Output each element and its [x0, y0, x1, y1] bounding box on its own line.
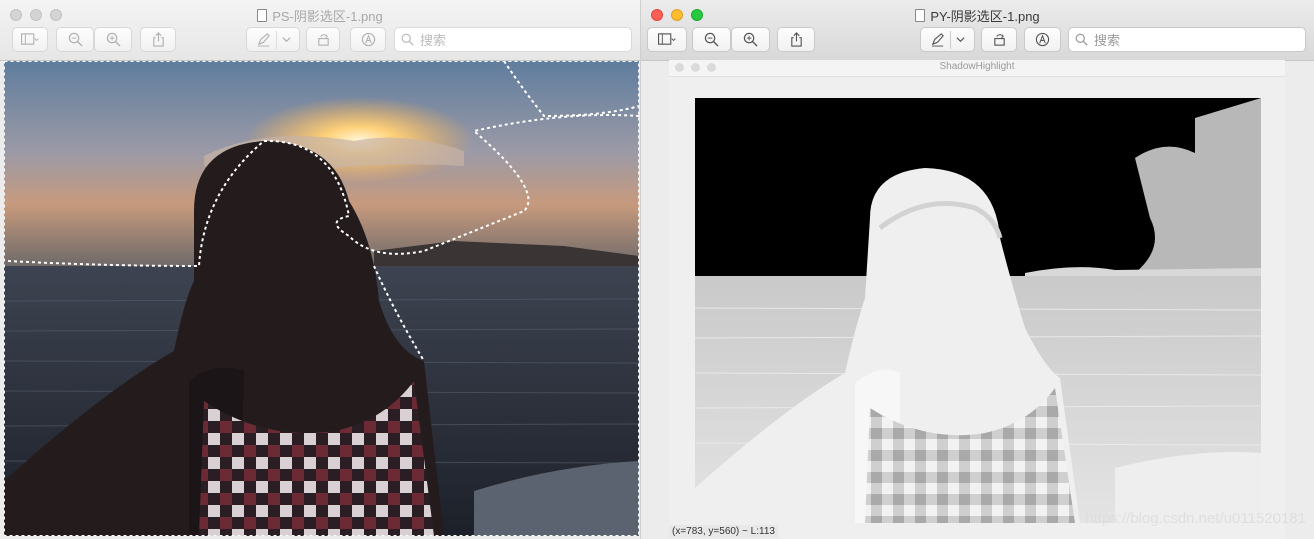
watermark: https://blog.csdn.net/u011520181 [1085, 510, 1306, 527]
sidebar-toggle-icon [21, 33, 39, 45]
rotate-button[interactable] [306, 27, 340, 52]
rotate-icon [317, 34, 329, 46]
zoom-in-icon [106, 32, 121, 47]
zoom-in-button[interactable] [94, 27, 132, 52]
left-title-text: PS-阴影选区-1.png [272, 9, 383, 24]
left-preview-window: PS-阴影选区-1.png 搜索 [0, 0, 640, 539]
left-titlebar: PS-阴影选区-1.png 搜索 [0, 0, 640, 61]
document-icon [257, 9, 268, 22]
left-image-canvas[interactable] [4, 61, 639, 536]
grayscale-shadow-mask [695, 98, 1261, 523]
share-button[interactable] [140, 27, 176, 52]
left-search-placeholder: 搜索 [420, 33, 447, 48]
search-icon [1075, 33, 1088, 46]
markup-pen-icon [257, 33, 270, 47]
rotate-button[interactable] [981, 27, 1017, 52]
zoom-out-icon [68, 32, 83, 47]
annotate-icon [361, 32, 375, 47]
annotate-icon [1035, 32, 1050, 47]
annotate-button[interactable] [350, 27, 386, 52]
sidebar-toggle-icon [658, 33, 676, 45]
rotate-icon [993, 34, 1005, 46]
zoom-out-button[interactable] [56, 27, 94, 52]
right-search-placeholder: 搜索 [1094, 33, 1121, 48]
shadowhighlight-viewer: ShadowHighlight (x=783, y=560) ~ L:113 [669, 60, 1285, 539]
share-icon [790, 32, 802, 47]
right-window-title: PY-阴影选区-1.png [641, 6, 1314, 25]
right-titlebar: PY-阴影选区-1.png 搜索 [641, 0, 1314, 61]
left-search-field[interactable]: 搜索 [394, 27, 632, 52]
zoom-in-button[interactable] [731, 27, 770, 52]
share-icon [152, 32, 164, 47]
sidebar-toggle-button[interactable] [12, 27, 48, 52]
right-title-text: PY-阴影选区-1.png [930, 9, 1040, 24]
zoom-out-button[interactable] [692, 27, 731, 52]
right-preview-window: PY-阴影选区-1.png 搜索 ShadowHighlight (x=783,… [641, 0, 1314, 539]
zoom-in-icon [743, 32, 758, 47]
markup-pen-icon [931, 33, 944, 47]
viewer-titlebar: ShadowHighlight [669, 60, 1285, 77]
cursor-status-readout: (x=783, y=560) ~ L:113 [669, 525, 778, 538]
annotate-button[interactable] [1024, 27, 1061, 52]
left-window-title: PS-阴影选区-1.png [0, 6, 640, 25]
viewer-title: ShadowHighlight [939, 61, 1015, 72]
chevron-down-icon [956, 37, 965, 43]
right-search-field[interactable]: 搜索 [1068, 27, 1306, 52]
markup-button[interactable] [920, 27, 975, 52]
sunset-photo-with-selection [4, 61, 639, 536]
chevron-down-icon [281, 37, 291, 43]
document-icon [915, 9, 926, 22]
search-icon [401, 33, 414, 46]
sidebar-toggle-button[interactable] [647, 27, 687, 52]
share-button[interactable] [777, 27, 815, 52]
zoom-out-icon [704, 32, 719, 47]
markup-button[interactable] [246, 27, 300, 52]
shadow-mask-image[interactable] [695, 98, 1261, 523]
